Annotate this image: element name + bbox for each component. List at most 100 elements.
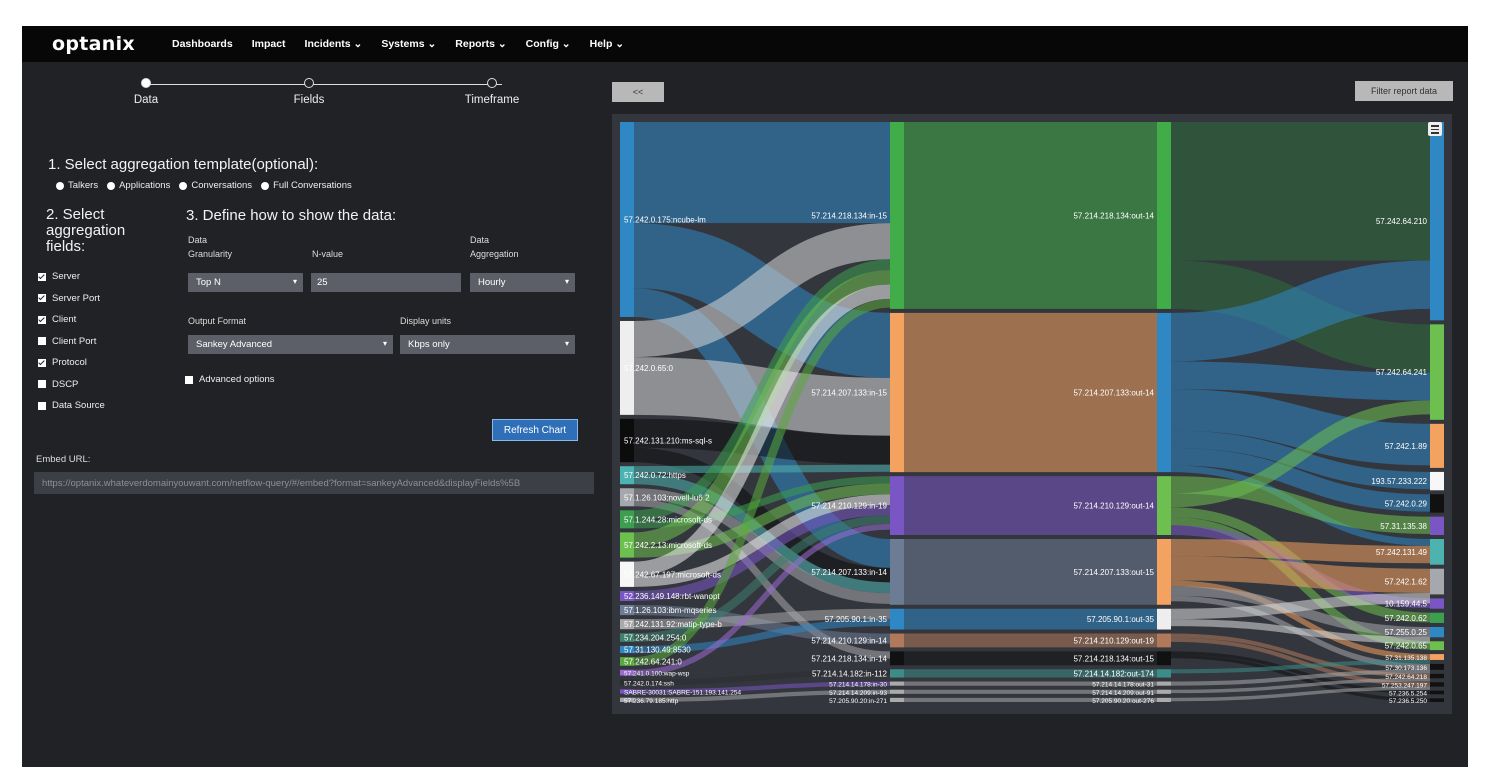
sankey-node-label: 57.214.218.134:in-15 [811, 211, 887, 220]
sankey-node-57-205-90-20-out-276[interactable] [1157, 697, 1171, 702]
wizard-step-timeframe-label[interactable]: Timeframe [465, 94, 520, 106]
sankey-node-57-214-14-209-in-93[interactable] [890, 689, 904, 694]
sankey-node-57-236-5-250[interactable] [1430, 698, 1444, 702]
sankey-node-57-31-135-38[interactable] [1430, 516, 1444, 535]
nav-reports[interactable]: Reports ⌄ [455, 38, 506, 50]
radio-label: Applications [119, 180, 171, 191]
sankey-node-57-214-218-134-out-14[interactable] [1157, 122, 1171, 309]
aggregation-fields-list: Server Server Port Client Client Port Pr… [38, 266, 105, 417]
display-units-select[interactable]: Kbps only ▾ [400, 335, 575, 354]
nav-impact[interactable]: Impact [252, 38, 286, 50]
sankey-node-193-57-233-222[interactable] [1430, 471, 1444, 491]
sankey-node-57-205-90-1-in-35[interactable] [890, 608, 904, 630]
sankey-node-label: 57.242.0.175:ncube-lm [624, 215, 706, 224]
sankey-node-57-205-90-20-in-271[interactable] [890, 697, 904, 702]
radio-dot-icon [107, 181, 116, 190]
sankey-node-57-214-218-134-out-15[interactable] [1157, 651, 1171, 666]
aggregation-select[interactable]: Hourly ▾ [470, 273, 575, 292]
display-units-label: Display units [400, 316, 452, 326]
radio-conversations[interactable]: Conversations [179, 180, 252, 191]
radio-talkers[interactable]: Talkers [56, 180, 98, 191]
sankey-node-label: 57.236.5.254 [1389, 690, 1427, 697]
wizard-step-fields-label[interactable]: Fields [294, 94, 325, 106]
sankey-node-57-214-207-133-out-14[interactable] [1157, 312, 1171, 473]
checkbox-dscp[interactable]: DSCP [38, 374, 105, 396]
sankey-node-57-242-64-241[interactable] [1430, 324, 1444, 420]
hamburger-menu-icon[interactable] [1428, 122, 1442, 136]
step3-heading: 3. Define how to show the data: [186, 207, 397, 224]
sankey-node-57-214-207-133-in-15[interactable] [890, 312, 904, 473]
sankey-node-57-214-218-134-in-14[interactable] [890, 651, 904, 666]
nvalue-input[interactable]: 25 [311, 273, 461, 292]
sankey-node-57-242-0-29[interactable] [1430, 494, 1444, 513]
sankey-node-label: 57.236.79.185:http [624, 698, 679, 705]
checkbox-icon [38, 315, 46, 324]
radio-applications[interactable]: Applications [107, 180, 170, 191]
app-logo[interactable]: optanix [52, 33, 135, 55]
sankey-node-57-253-247-197[interactable] [1430, 682, 1444, 687]
sankey-node-label: 57.214.210.129:in-14 [811, 636, 887, 645]
nav-dashboards[interactable]: Dashboards [172, 38, 233, 50]
sankey-node-57-30-173-136[interactable] [1430, 663, 1444, 670]
checkbox-client[interactable]: Client [38, 309, 105, 331]
sankey-node-57-214-14-209-out-91[interactable] [1157, 689, 1171, 694]
checkbox-icon [38, 401, 46, 410]
sankey-node-57-214-210-129-in-14[interactable] [890, 633, 904, 648]
nav-config[interactable]: Config ⌄ [526, 38, 571, 50]
sankey-node-57-214-207-133-out-15[interactable] [1157, 539, 1171, 605]
checkbox-protocol[interactable]: Protocol [38, 352, 105, 374]
checkbox-client-port[interactable]: Client Port [38, 331, 105, 353]
sankey-node-57-31-135-138[interactable] [1430, 654, 1444, 660]
sankey-node-57-205-90-1-out-35[interactable] [1157, 608, 1171, 630]
radio-full-conversations[interactable]: Full Conversations [261, 180, 352, 191]
sankey-node-57-214-14-178-out-31[interactable] [1157, 681, 1171, 686]
sankey-node-10-159-44-5[interactable] [1430, 598, 1444, 609]
sankey-node-57-242-1-89[interactable] [1430, 423, 1444, 468]
radio-dot-icon [179, 181, 188, 190]
sankey-node-57-236-5-254[interactable] [1430, 690, 1444, 695]
sankey-node-57-242-64-218[interactable] [1430, 673, 1444, 679]
wizard-step-timeframe-dot[interactable] [487, 78, 497, 88]
sankey-node-57-242-1-62[interactable] [1430, 568, 1444, 595]
sankey-node-label: 57.242.64.210 [1376, 217, 1428, 226]
wizard-step-fields-dot[interactable] [304, 78, 314, 88]
checkbox-server[interactable]: Server [38, 266, 105, 288]
collapse-panel-button[interactable]: << [612, 82, 664, 102]
sankey-node-label: 57.242.2.13:microsoft-ds [624, 541, 712, 550]
sankey-node-label: 57.242.64.218 [1385, 674, 1427, 681]
sankey-node-57-242-0-62[interactable] [1430, 612, 1444, 623]
sankey-node-57-214-207-133-in-14[interactable] [890, 539, 904, 605]
checkbox-server-port[interactable]: Server Port [38, 288, 105, 310]
chevron-down-icon: ▾ [292, 277, 297, 286]
sankey-node-57-242-64-210[interactable] [1430, 122, 1444, 321]
sankey-node-57-214-14-178-in-30[interactable] [890, 681, 904, 686]
radio-label: Talkers [68, 180, 99, 191]
wizard-step-data-dot[interactable] [141, 78, 151, 88]
embed-url-field[interactable]: https://optanix.whateverdomainyouwant.co… [34, 472, 594, 494]
granularity-select[interactable]: Top N ▾ [188, 273, 303, 292]
sankey-node-label: 57.242.1.62 [1385, 578, 1428, 587]
refresh-chart-button[interactable]: Refresh Chart [492, 419, 578, 441]
checkbox-data-source[interactable]: Data Source [38, 395, 105, 417]
advanced-options-checkbox[interactable]: Advanced options [185, 374, 275, 385]
wizard-step-data-label[interactable]: Data [134, 94, 158, 106]
sankey-node-57-242-0-65[interactable] [1430, 641, 1444, 651]
nav-incidents[interactable]: Incidents ⌄ [305, 38, 363, 50]
sankey-node-57-242-131-49[interactable] [1430, 538, 1444, 565]
sankey-node-57-255-0-25[interactable] [1430, 626, 1444, 638]
sankey-node-label: 57.242.67.197:microsoft-ds [624, 570, 721, 579]
nav-systems[interactable]: Systems ⌄ [381, 38, 436, 50]
filter-report-data-button[interactable]: Filter report data [1355, 81, 1453, 101]
sankey-node-57-214-210-129-in-19[interactable] [890, 476, 904, 535]
sankey-node-label: 57.214.207.133:out-15 [1073, 568, 1154, 577]
sankey-node-57-214-210-129-out-14[interactable] [1157, 476, 1171, 535]
output-format-select[interactable]: Sankey Advanced ▾ [188, 335, 393, 354]
sankey-node-57-214-218-134-in-15[interactable] [890, 122, 904, 309]
sankey-node-57-214-210-129-out-19[interactable] [1157, 633, 1171, 648]
radio-dot-icon [261, 181, 270, 190]
sankey-node-57-214-14-182-out-174[interactable] [1157, 669, 1171, 678]
chevron-down-icon: ▾ [564, 339, 569, 348]
sankey-node-57-214-14-182-in-112[interactable] [890, 669, 904, 678]
output-format-label: Output Format [188, 316, 247, 326]
nav-help[interactable]: Help ⌄ [590, 38, 624, 50]
